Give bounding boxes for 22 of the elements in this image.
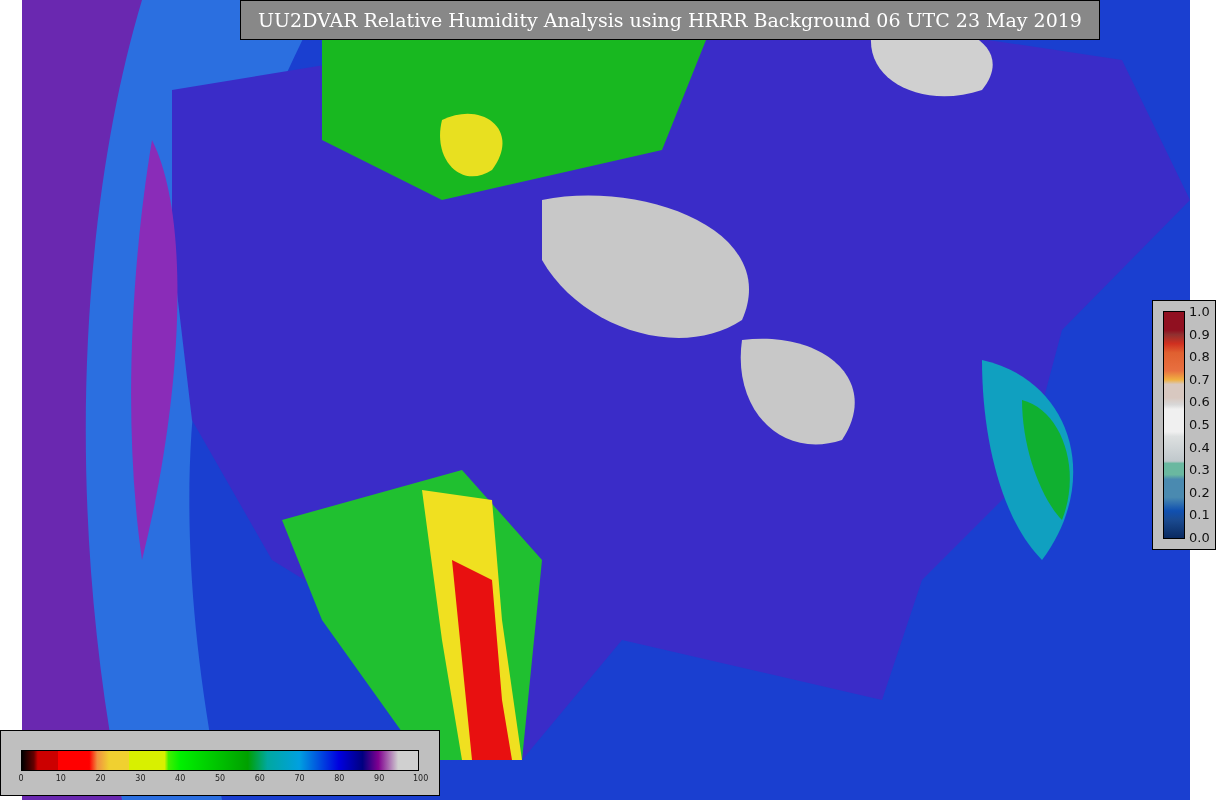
tick-label: 0.1 xyxy=(1189,508,1210,523)
tick-label: 80 xyxy=(333,774,346,783)
tick-label: 0.5 xyxy=(1189,417,1210,432)
tick-label: 40 xyxy=(174,774,187,783)
tick-label: 0.0 xyxy=(1189,530,1210,545)
tick-label: 0 xyxy=(17,774,25,783)
tick-label: 0.9 xyxy=(1189,327,1210,342)
tick-label: 0.6 xyxy=(1189,395,1210,410)
tick-label: 0.4 xyxy=(1189,440,1210,455)
tick-label: 0.7 xyxy=(1189,372,1210,387)
tick-label: 1.0 xyxy=(1189,305,1210,319)
tick-label: 10 xyxy=(54,774,67,783)
tick-label: 30 xyxy=(134,774,147,783)
tick-label: 70 xyxy=(293,774,306,783)
tick-label: 60 xyxy=(253,774,266,783)
tick-label: 90 xyxy=(373,774,386,783)
tick-label: 0.8 xyxy=(1189,350,1210,365)
map-title: UU2DVAR Relative Humidity Analysis using HRRR Background 06 UTC 23 May 2019 xyxy=(240,0,1100,40)
tick-label: 0.3 xyxy=(1189,463,1210,478)
tick-label: 0.2 xyxy=(1189,485,1210,500)
tick-label: 50 xyxy=(214,774,226,783)
tick-label: 20 xyxy=(94,774,107,783)
